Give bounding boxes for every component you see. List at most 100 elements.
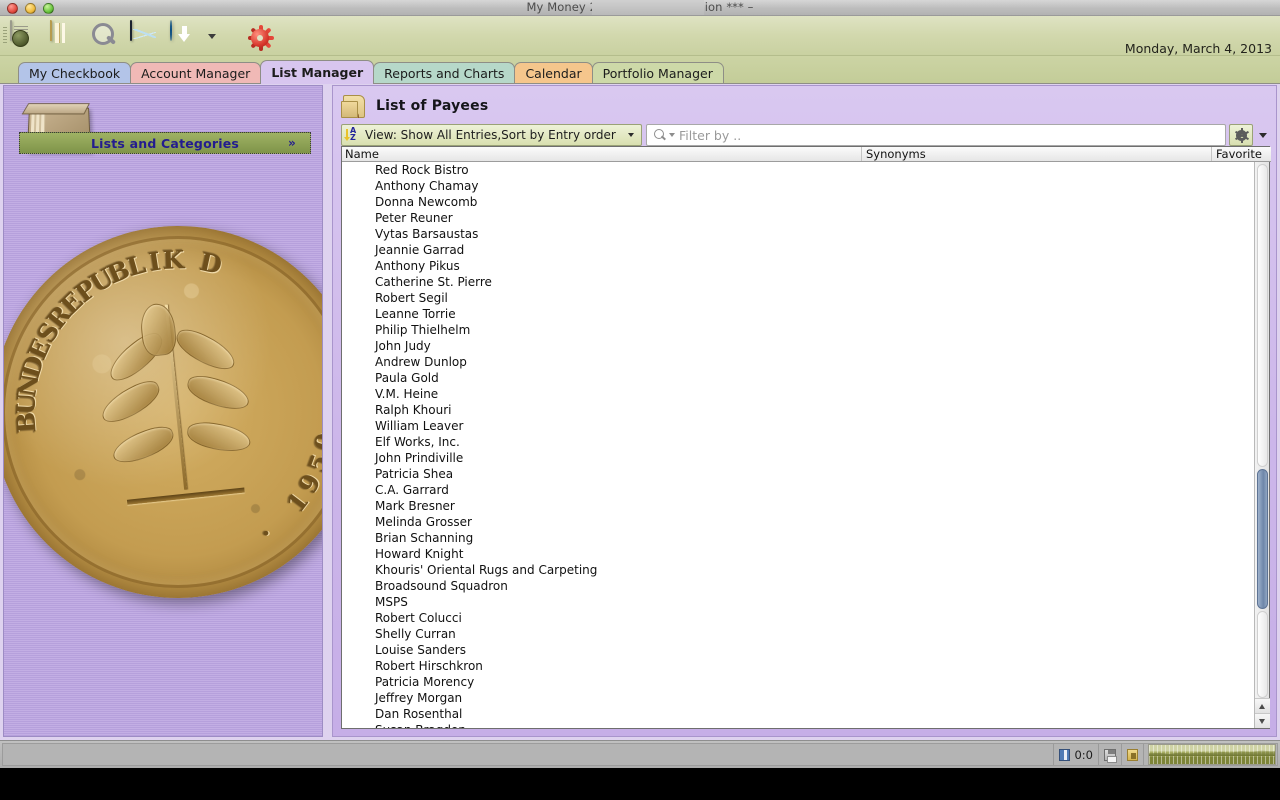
lock-status-button[interactable] [1121,744,1143,765]
column-header-name[interactable]: Name [342,147,861,161]
document-money-icon[interactable] [10,20,40,51]
table-row[interactable]: Brian Schanning [342,530,1255,546]
table-row[interactable]: Louise Sanders [342,642,1255,658]
table-row[interactable]: John Judy [342,338,1255,354]
payee-name: Jeannie Garrad [375,243,465,257]
scrollbar-track-upper[interactable] [1257,164,1268,467]
tab-strip: My Checkbook Account Manager List Manager R… [0,56,1280,84]
table-row[interactable]: C.A. Garrard [342,482,1255,498]
tab-list-manager[interactable]: List Manager [260,60,375,84]
column-header-favorite[interactable]: Favorite [1211,147,1271,161]
table-row[interactable]: Red Rock Bistro [342,162,1255,178]
lists-and-categories-button[interactable]: Lists and Categories » [19,132,311,154]
save-status-button[interactable] [1098,744,1121,765]
payee-name: Elf Works, Inc. [375,435,460,449]
table-row[interactable]: Philip Thielhelm [342,322,1255,338]
payee-name: Dan Rosenthal [375,707,463,721]
tab-label: Reports and Charts [384,66,505,81]
table-row[interactable]: MSPS [342,594,1255,610]
table-row[interactable]: Susan Bragdon [342,722,1255,728]
table-row[interactable]: Howard Knight [342,546,1255,562]
tab-reports-and-charts[interactable]: Reports and Charts [373,62,516,84]
chart-icon[interactable] [130,20,160,51]
chevron-down-icon [1259,133,1267,138]
clock-date: Monday, March 4, 2013 [1124,41,1272,56]
scrollbar-track-lower[interactable] [1257,611,1268,698]
status-bar: 0:0 [0,740,1280,768]
column-header-synonyms[interactable]: Synonyms [861,147,1191,161]
payees-list[interactable]: Red Rock Bistro Anthony Chamay Donna Newco… [342,162,1255,728]
scroll-down-arrow-icon[interactable] [1255,713,1270,728]
magnifier-icon[interactable] [90,21,120,51]
record-counter: 0:0 [1053,744,1098,765]
payee-name: Peter Reuner [375,211,453,225]
payee-name: Anthony Pikus [375,259,460,273]
filter-input[interactable]: Filter by .. [646,124,1226,146]
table-row[interactable]: Khouris' Oriental Rugs and Carpeting [342,562,1255,578]
list-settings-dropdown[interactable] [1253,124,1270,146]
table-row[interactable]: Mark Bresner [342,498,1255,514]
scrollbar-thumb[interactable] [1257,469,1268,609]
table-row[interactable]: Patricia Shea [342,466,1255,482]
title-overlay [592,0,704,15]
tab-portfolio-manager[interactable]: Portfolio Manager [591,62,724,84]
table-row[interactable]: Anthony Pikus [342,258,1255,274]
window-titlebar: My Money 2.0.84 *** Trial Version *** – [0,0,1280,16]
table-row[interactable]: William Leaver [342,418,1255,434]
table-row[interactable]: Donna Newcomb [342,194,1255,210]
payee-name: Brian Schanning [375,531,474,545]
payee-name: Ralph Khouri [375,403,452,417]
table-row[interactable]: Ralph Khouri [342,402,1255,418]
payee-name: Patricia Morency [375,675,475,689]
table-row[interactable]: Robert Hirschkron [342,658,1255,674]
table-row[interactable]: John Prindiville [342,450,1255,466]
payee-name: John Judy [375,339,431,353]
folder-icon[interactable] [50,20,80,51]
table-row[interactable]: V.M. Heine [342,386,1255,402]
payee-name: Vytas Barsaustas [375,227,479,241]
table-row[interactable]: Patricia Morency [342,674,1255,690]
table-row[interactable]: Robert Segil [342,290,1255,306]
table-row[interactable]: Peter Reuner [342,210,1255,226]
view-options-button[interactable]: AZ View: Show All Entries,Sort by Entry … [341,124,642,146]
table-row[interactable]: Andrew Dunlop [342,354,1255,370]
tab-calendar[interactable]: Calendar [514,62,593,84]
tab-label: List Manager [271,65,364,80]
chevron-down-icon[interactable] [208,33,216,39]
tab-my-checkbook[interactable]: My Checkbook [18,62,132,84]
table-row[interactable]: Vytas Barsaustas [342,226,1255,242]
tab-account-manager[interactable]: Account Manager [130,62,262,84]
gear-icon[interactable] [247,24,274,51]
table-row[interactable]: Broadsound Squadron [342,578,1255,594]
lock-icon [1127,748,1138,761]
lists-and-categories-label: Lists and Categories [90,136,240,151]
table-row[interactable]: Melinda Grosser [342,514,1255,530]
table-row[interactable]: Jeannie Garrad [342,242,1255,258]
table-row[interactable]: Elf Works, Inc. [342,434,1255,450]
download-icon[interactable] [170,20,200,51]
payee-name: Susan Bragdon [375,723,466,728]
filter-placeholder: Filter by .. [679,127,742,143]
panel-header: List of Payees [341,92,488,120]
table-row[interactable]: Shelly Curran [342,626,1255,642]
scroll-up-arrow-icon[interactable] [1255,698,1270,713]
payee-name: Broadsound Squadron [375,579,508,593]
table-row[interactable]: Jeffrey Morgan [342,690,1255,706]
payee-name: William Leaver [375,419,464,433]
table-row[interactable]: Robert Colucci [342,610,1255,626]
table-row[interactable]: Leanne Torrie [342,306,1255,322]
table-row[interactable]: Dan Rosenthal [342,706,1255,722]
list-settings-gear-button[interactable] [1229,124,1253,146]
table-row[interactable]: Paula Gold [342,370,1255,386]
table-row[interactable]: Anthony Chamay [342,178,1255,194]
toolbar-grip[interactable] [3,27,7,45]
vertical-scrollbar[interactable] [1254,162,1270,728]
payee-name: Jeffrey Morgan [375,691,463,705]
chevron-down-icon: » [288,136,296,150]
payee-name: Patricia Shea [375,467,454,481]
payee-name: Red Rock Bistro [375,163,469,177]
tab-label: Portfolio Manager [602,66,713,81]
record-counter-label: 0:0 [1074,747,1093,762]
table-row[interactable]: Catherine St. Pierre [342,274,1255,290]
view-options-label: View: Show All Entries,Sort by Entry ord… [365,128,616,142]
